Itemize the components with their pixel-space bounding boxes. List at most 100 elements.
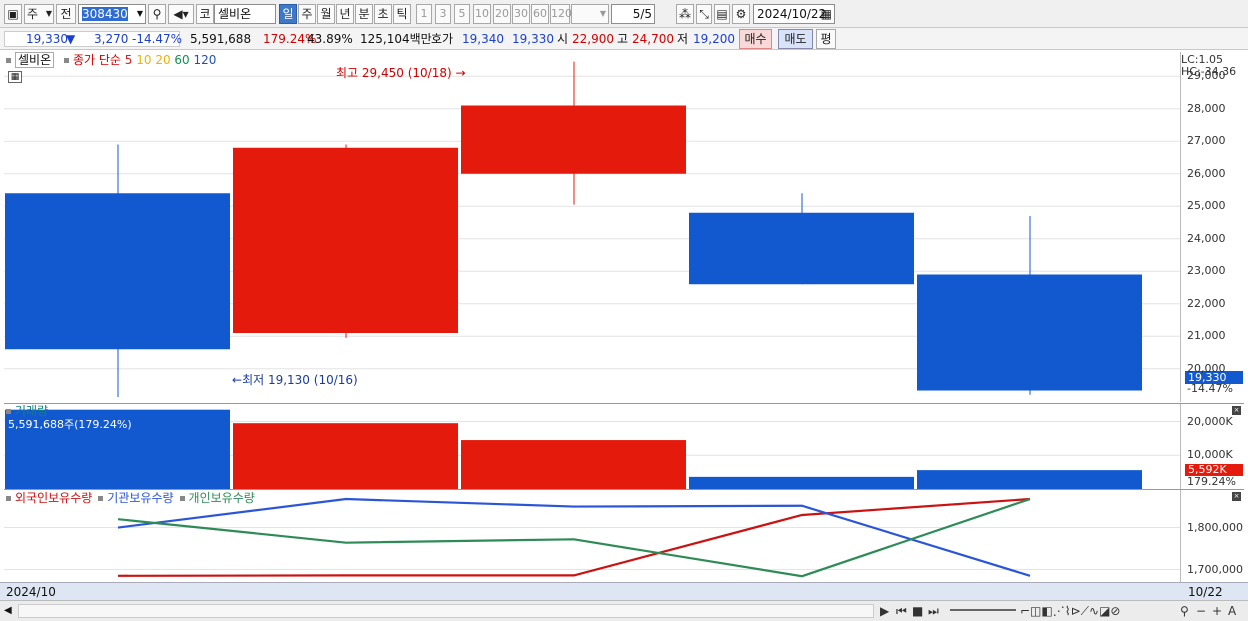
interval-button-3[interactable]: 3 bbox=[435, 4, 451, 24]
quote-bar: 19,330 ▼ 3,270 -14.47% 5,591,688 179.24%… bbox=[0, 28, 1248, 50]
tab-period-4[interactable]: 분 bbox=[355, 4, 373, 24]
candlestick-chart[interactable] bbox=[4, 52, 1180, 402]
tab-period-2[interactable]: 월 bbox=[317, 4, 335, 24]
volume-title[interactable]: 거래량 bbox=[15, 404, 48, 418]
prev-button[interactable]: 전 bbox=[56, 4, 76, 24]
volume-bar-10/21[interactable] bbox=[689, 476, 914, 489]
window-icon[interactable]: ▣ bbox=[4, 4, 22, 24]
bid-price: 19,330 bbox=[512, 32, 554, 46]
y-tick-label: 1,700,000 bbox=[1187, 562, 1243, 576]
scroll-left-icon[interactable]: ◀ bbox=[4, 604, 16, 618]
save-icon[interactable]: ▤ bbox=[714, 4, 730, 24]
y-tick-label: 1,800,000 bbox=[1187, 520, 1243, 534]
scroll-right-icon[interactable]: ▶ bbox=[880, 604, 889, 618]
speaker-icon[interactable]: ◀▾ bbox=[168, 4, 194, 24]
count-display[interactable]: 5/5 bbox=[611, 4, 655, 24]
interval-select[interactable]: ▼ bbox=[571, 4, 609, 24]
interval-button-1[interactable]: 1 bbox=[416, 4, 432, 24]
interval-button-5[interactable]: 5 bbox=[454, 4, 470, 24]
price-change-pct: -14.47% bbox=[132, 32, 183, 46]
tab-period-5[interactable]: 초 bbox=[374, 4, 392, 24]
chevron-down-icon: ▼ bbox=[136, 9, 143, 18]
buy-button[interactable]: 매수 bbox=[739, 29, 772, 49]
date-input[interactable]: 2024/10/22 ▦ bbox=[753, 4, 835, 24]
sell-button[interactable]: 매도 bbox=[778, 29, 813, 49]
volume-axis: × 5,592K 179.24% 20,000K 10,000K bbox=[1180, 404, 1244, 489]
stock-code-value: 308430 bbox=[82, 7, 128, 21]
last-change-tag: -14.47% bbox=[1187, 382, 1233, 395]
line-기관보유수량[interactable] bbox=[117, 497, 1031, 577]
ma-period-5[interactable]: 5 bbox=[125, 53, 136, 67]
volume-last-pct: 179.24% bbox=[1187, 475, 1236, 488]
market-prefix: 코 bbox=[196, 4, 214, 24]
legend-개인보유수량[interactable]: 개인보유수량 bbox=[189, 491, 255, 505]
dots-icon[interactable]: ⁂ bbox=[676, 4, 694, 24]
legend-stock-name[interactable]: 셀비온 bbox=[15, 52, 55, 68]
rewind-icon[interactable]: ⏮ bbox=[896, 604, 907, 618]
volume-bar-10/18[interactable] bbox=[461, 440, 686, 489]
close-icon[interactable]: × bbox=[1232, 406, 1241, 415]
candle-body-10/18[interactable] bbox=[461, 105, 686, 174]
low-annotation: ←최저 19,130 (10/16) bbox=[232, 373, 358, 387]
candle-body-10/16[interactable] bbox=[5, 193, 230, 350]
ma-period-60[interactable]: 60 bbox=[174, 53, 193, 67]
fast-forward-icon[interactable]: ⏭ bbox=[928, 604, 939, 618]
bottom-toolbar: ◀ ▶ ⏮ ■ ⏭ ⌐◫◧⋰⌇⊳⟋∿◪⊘ ⚲ − + A bbox=[0, 600, 1248, 621]
calendar-icon: ▦ bbox=[820, 7, 832, 21]
gear-icon[interactable]: ⚙ bbox=[732, 4, 750, 24]
tab-period-0[interactable]: 일 bbox=[279, 4, 297, 24]
tab-period-6[interactable]: 틱 bbox=[393, 4, 411, 24]
legend-square-icon bbox=[6, 58, 11, 63]
holdings-legend: 외국인보유수량 기관보유수량 개인보유수량 bbox=[6, 491, 261, 505]
y-tick-label: 26,000 bbox=[1187, 166, 1226, 180]
horizontal-scrollbar[interactable] bbox=[18, 604, 874, 618]
interval-button-10[interactable]: 10 bbox=[473, 4, 491, 24]
interval-button-30[interactable]: 30 bbox=[512, 4, 530, 24]
minus-icon[interactable]: − bbox=[1196, 604, 1206, 618]
legend-기관보유수량[interactable]: 기관보유수량 bbox=[107, 491, 173, 505]
period-type-select[interactable]: 주 ▼ bbox=[24, 4, 54, 24]
search-icon[interactable]: ⚲ bbox=[148, 4, 166, 24]
plus-icon[interactable]: + bbox=[1212, 604, 1222, 618]
zoom-slider[interactable] bbox=[950, 609, 1016, 611]
arrow-right-icon: → bbox=[455, 66, 466, 80]
candle-body-10/21[interactable] bbox=[689, 212, 914, 285]
high-label: 고 bbox=[617, 32, 629, 46]
arrow-left-icon: ← bbox=[232, 373, 243, 387]
drawing-tools-icon[interactable]: ⌐◫◧⋰⌇⊳⟋∿◪⊘ bbox=[1020, 604, 1121, 618]
ma-period-10[interactable]: 10 bbox=[136, 53, 155, 67]
y-tick-label: 21,000 bbox=[1187, 329, 1226, 343]
legend-square-icon bbox=[6, 496, 11, 501]
close-icon[interactable]: × bbox=[1232, 492, 1241, 501]
volume-bar-10/22[interactable] bbox=[917, 470, 1142, 489]
interval-button-120[interactable]: 120 bbox=[550, 4, 572, 24]
interval-button-20[interactable]: 20 bbox=[493, 4, 511, 24]
y-tick-label: 20,000K bbox=[1187, 414, 1233, 428]
calculator-icon[interactable]: ▦ bbox=[8, 71, 22, 83]
eval-button[interactable]: 평 bbox=[816, 29, 836, 49]
candle-body-10/17[interactable] bbox=[233, 147, 458, 333]
current-price: 19,330 bbox=[26, 32, 68, 46]
stop-icon[interactable]: ■ bbox=[912, 604, 923, 618]
y-tick-label: 29,000 bbox=[1187, 69, 1226, 83]
text-tool-icon[interactable]: A bbox=[1228, 604, 1236, 618]
trade-amount: 125,104백만 bbox=[360, 32, 432, 46]
ask-price: 19,340 bbox=[462, 32, 504, 46]
stock-name-field[interactable]: 셀비온 bbox=[214, 4, 276, 24]
interval-button-60[interactable]: 60 bbox=[531, 4, 549, 24]
volume-chart[interactable] bbox=[4, 404, 1180, 489]
zoom-icon[interactable]: ⚲ bbox=[1180, 604, 1189, 618]
ma-label[interactable]: 종가 단순 bbox=[73, 53, 121, 67]
legend-외국인보유수량[interactable]: 외국인보유수량 bbox=[15, 491, 92, 505]
volume-bar-10/17[interactable] bbox=[233, 423, 458, 489]
stock-code-input[interactable]: 308430 ▼ bbox=[78, 4, 146, 24]
y-tick-label: 24,000 bbox=[1187, 231, 1226, 245]
hoga-label: 호가 bbox=[431, 32, 454, 46]
tab-period-1[interactable]: 주 bbox=[298, 4, 316, 24]
ma-period-120[interactable]: 120 bbox=[194, 53, 217, 67]
candle-body-10/22[interactable] bbox=[917, 274, 1142, 391]
tab-period-3[interactable]: 년 bbox=[336, 4, 354, 24]
open-price: 22,900 bbox=[572, 32, 614, 46]
crosshair-icon[interactable]: ⤡ bbox=[696, 4, 712, 24]
ma-period-20[interactable]: 20 bbox=[155, 53, 174, 67]
